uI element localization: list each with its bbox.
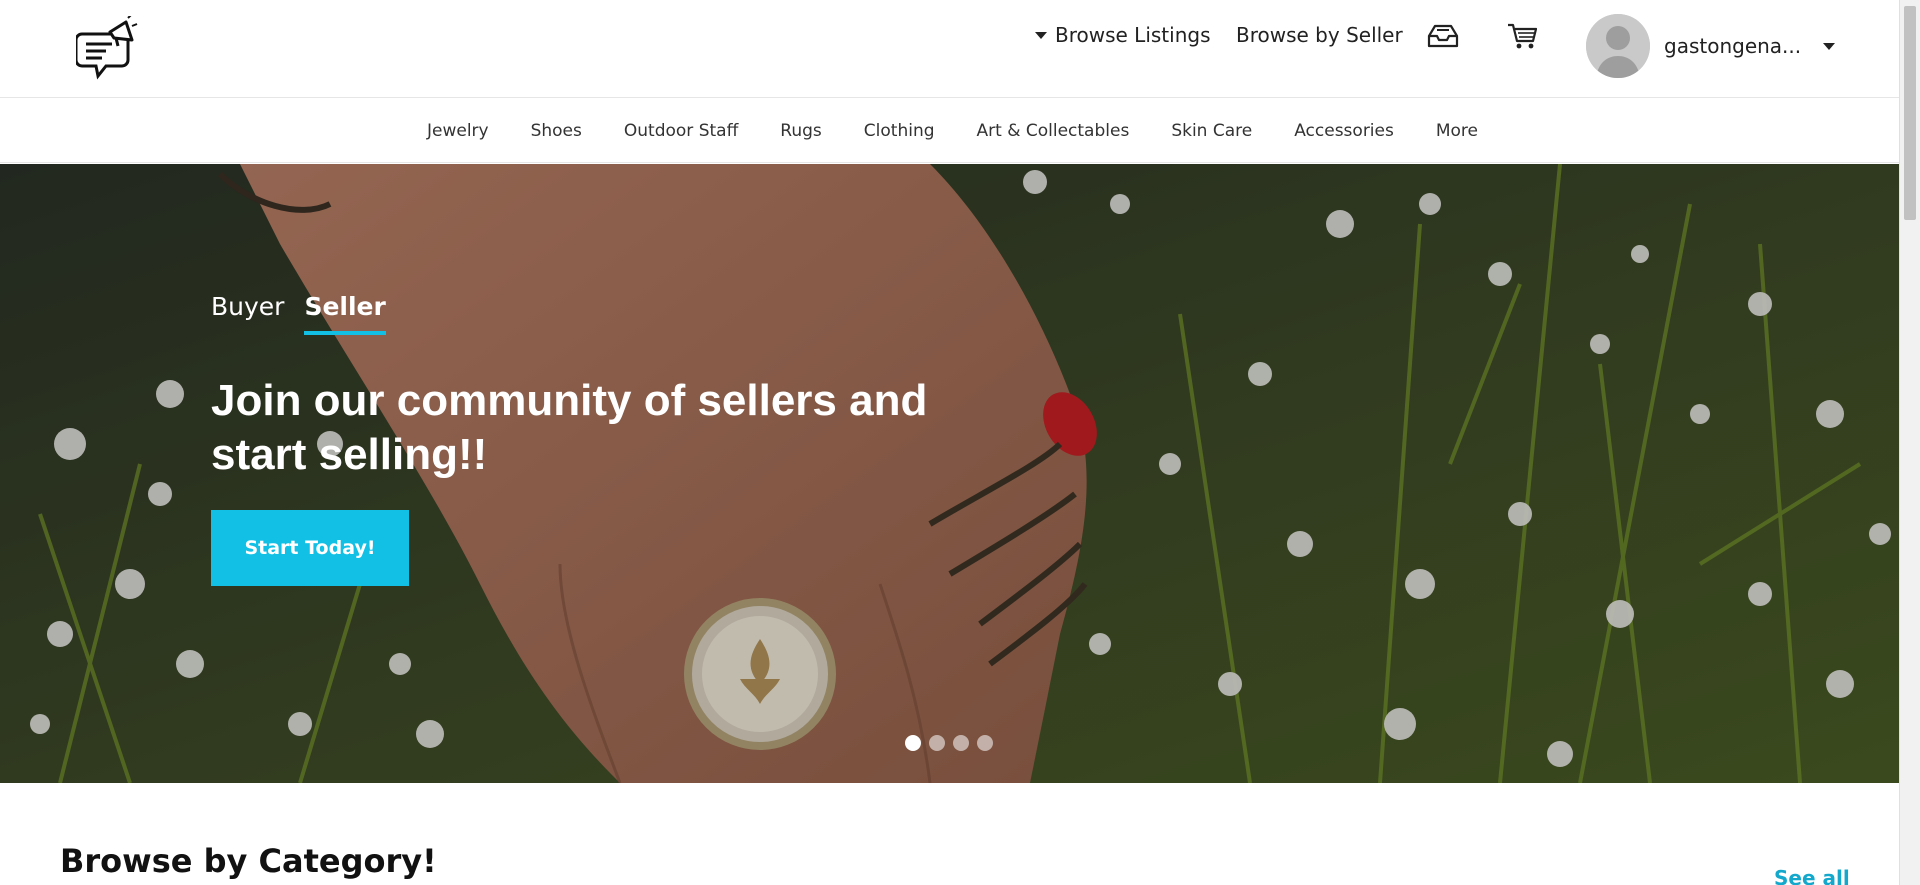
role-tabs: Buyer Seller — [211, 292, 386, 335]
browse-listings-label: Browse Listings — [1055, 23, 1211, 47]
user-menu[interactable]: gastongena... — [1586, 14, 1836, 78]
username: gastongena... — [1664, 34, 1802, 58]
page-scrollbar[interactable] — [1899, 0, 1920, 885]
carousel-dot-3[interactable] — [953, 735, 969, 751]
category-item-clothing[interactable]: Clothing — [843, 121, 956, 141]
top-header: Browse Listings Browse by Seller gastong… — [0, 0, 1899, 98]
browse-by-seller-label: Browse by Seller — [1236, 23, 1403, 47]
category-item-more[interactable]: More — [1415, 121, 1499, 141]
category-nav: Jewelry Shoes Outdoor Staff Rugs Clothing Art… — [0, 99, 1899, 163]
category-item-shoes[interactable]: Shoes — [510, 121, 603, 141]
shopping-cart-icon[interactable] — [1507, 22, 1538, 50]
category-item-rugs[interactable]: Rugs — [759, 121, 842, 141]
browse-section-title: Browse by Category! — [60, 842, 437, 880]
category-item-outdoor-staff[interactable]: Outdoor Staff — [603, 121, 759, 141]
hero-title: Join our community of sellers and start … — [211, 376, 928, 479]
carousel-indicators — [905, 735, 993, 751]
category-item-skin-care[interactable]: Skin Care — [1150, 121, 1273, 141]
category-item-jewelry[interactable]: Jewelry — [406, 121, 510, 141]
caret-down-icon — [1035, 31, 1047, 39]
category-item-art-collectables[interactable]: Art & Collectables — [956, 121, 1151, 141]
scrollbar-thumb[interactable] — [1904, 6, 1916, 220]
category-item-accessories[interactable]: Accessories — [1273, 121, 1415, 141]
carousel-dot-2[interactable] — [929, 735, 945, 751]
avatar — [1586, 14, 1650, 78]
chat-megaphone-logo-icon[interactable] — [74, 13, 138, 82]
browse-listings-dropdown[interactable]: Browse Listings — [1035, 20, 1211, 50]
carousel-dot-1[interactable] — [905, 735, 921, 751]
browse-by-seller-link[interactable]: Browse by Seller — [1236, 20, 1403, 50]
caret-down-icon — [1823, 42, 1836, 50]
category-list: Jewelry Shoes Outdoor Staff Rugs Clothing Art… — [406, 121, 1499, 141]
hero-banner: Buyer Seller Join our community of selle… — [0, 164, 1899, 783]
tab-seller[interactable]: Seller — [304, 292, 386, 335]
tab-buyer[interactable]: Buyer — [211, 292, 284, 335]
see-all-link[interactable]: See all — [1774, 866, 1850, 885]
carousel-dot-4[interactable] — [977, 735, 993, 751]
inbox-tray-icon[interactable] — [1427, 22, 1459, 50]
start-today-button[interactable]: Start Today! — [211, 510, 409, 586]
